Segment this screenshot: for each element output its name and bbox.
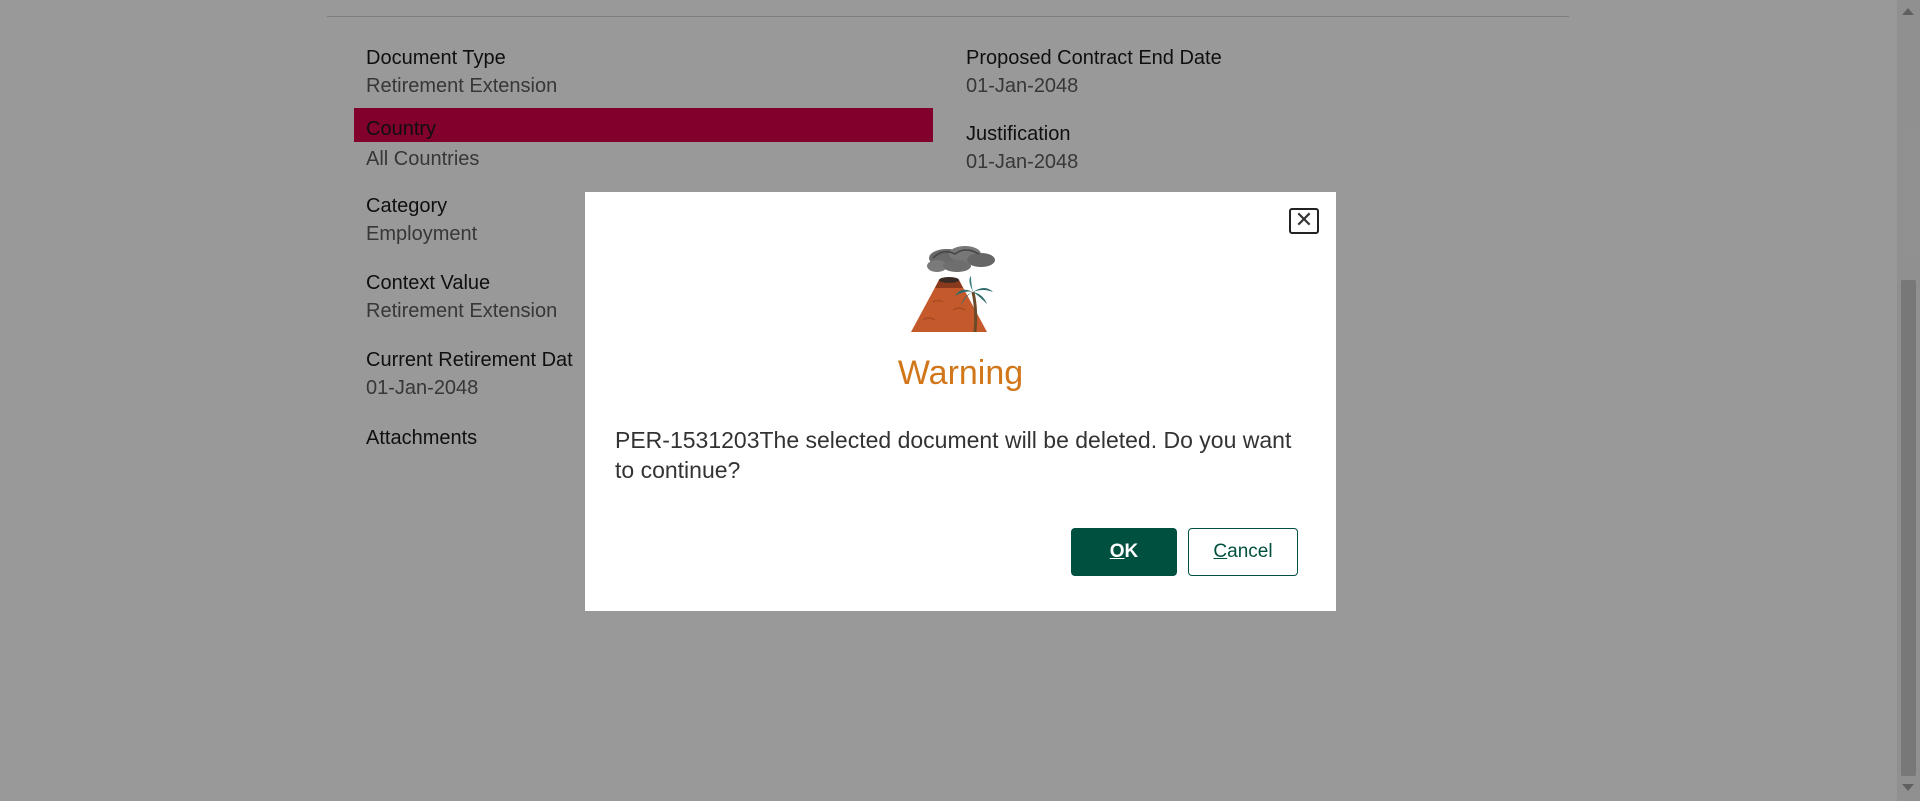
cancel-accelerator: C bbox=[1213, 541, 1228, 562]
volcano-icon bbox=[911, 246, 995, 333]
ok-button[interactable]: OK bbox=[1071, 528, 1177, 576]
ok-accelerator: O bbox=[1109, 541, 1125, 562]
cancel-button[interactable]: Cancel bbox=[1188, 528, 1298, 576]
ok-label-rest: K bbox=[1124, 541, 1139, 562]
close-button[interactable]: ✕ bbox=[1289, 208, 1319, 234]
dialog-message: PER-1531203The selected document will be… bbox=[615, 427, 1292, 483]
close-icon: ✕ bbox=[1294, 208, 1314, 233]
warning-dialog: ✕ Warning PER-1531203The selected docume… bbox=[585, 192, 1336, 611]
dialog-title: Warning bbox=[897, 354, 1024, 392]
cancel-label-rest: ancel bbox=[1227, 541, 1273, 562]
